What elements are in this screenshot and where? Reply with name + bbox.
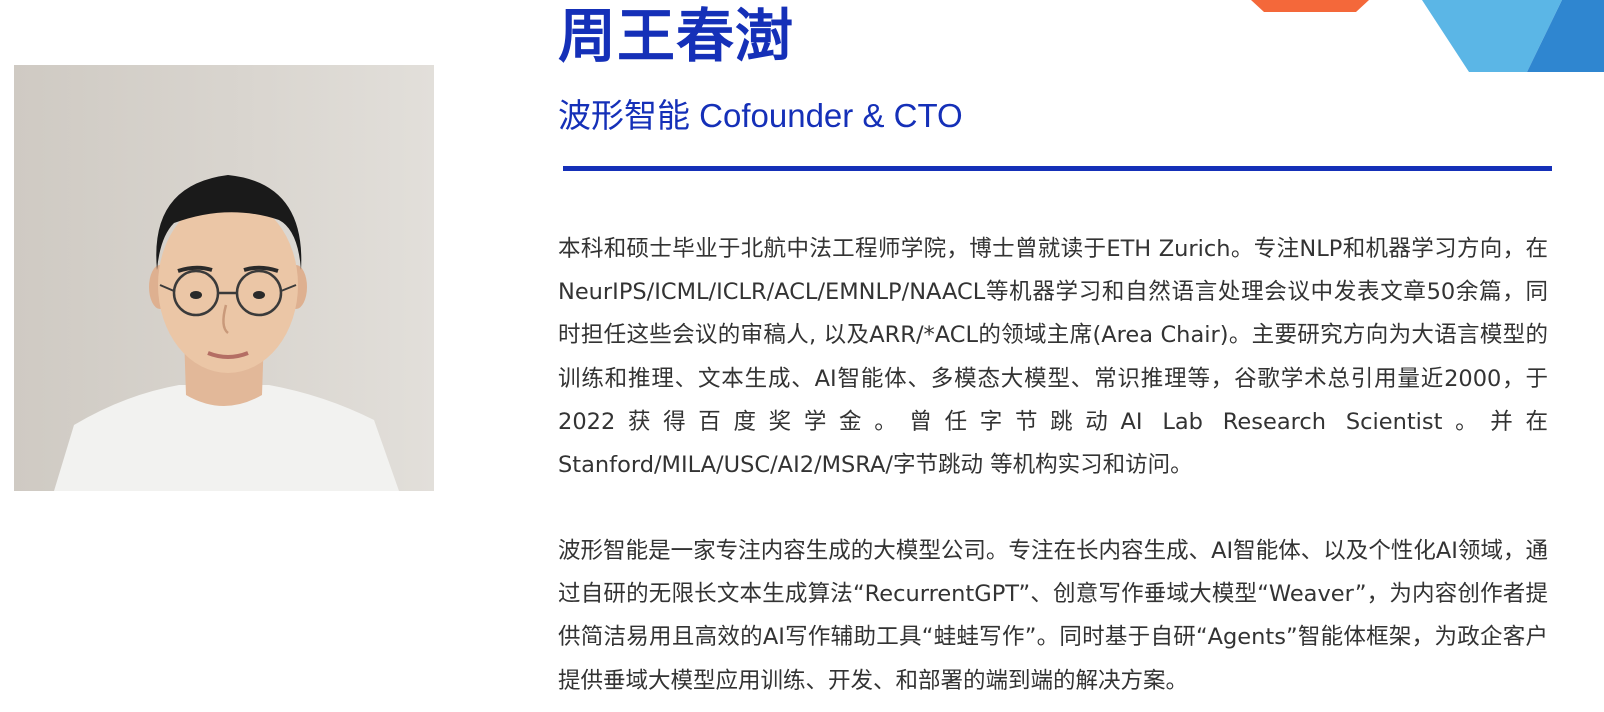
bio-paragraph: 本科和硕士毕业于北航中法工程师学院，博士曾就读于ETH Zurich。专注NLP…: [558, 236, 1548, 479]
title-divider: [563, 166, 1552, 171]
person-title: 波形智能 Cofounder & CTO: [558, 97, 963, 134]
portrait-photo: [14, 65, 434, 491]
company-paragraph: 波形智能是一家专注内容生成的大模型公司。专注在长内容生成、AI智能体、以及个性化…: [558, 538, 1548, 694]
person-name: 周王春澍: [558, 2, 795, 70]
corner-decoration: [1251, 0, 1604, 72]
